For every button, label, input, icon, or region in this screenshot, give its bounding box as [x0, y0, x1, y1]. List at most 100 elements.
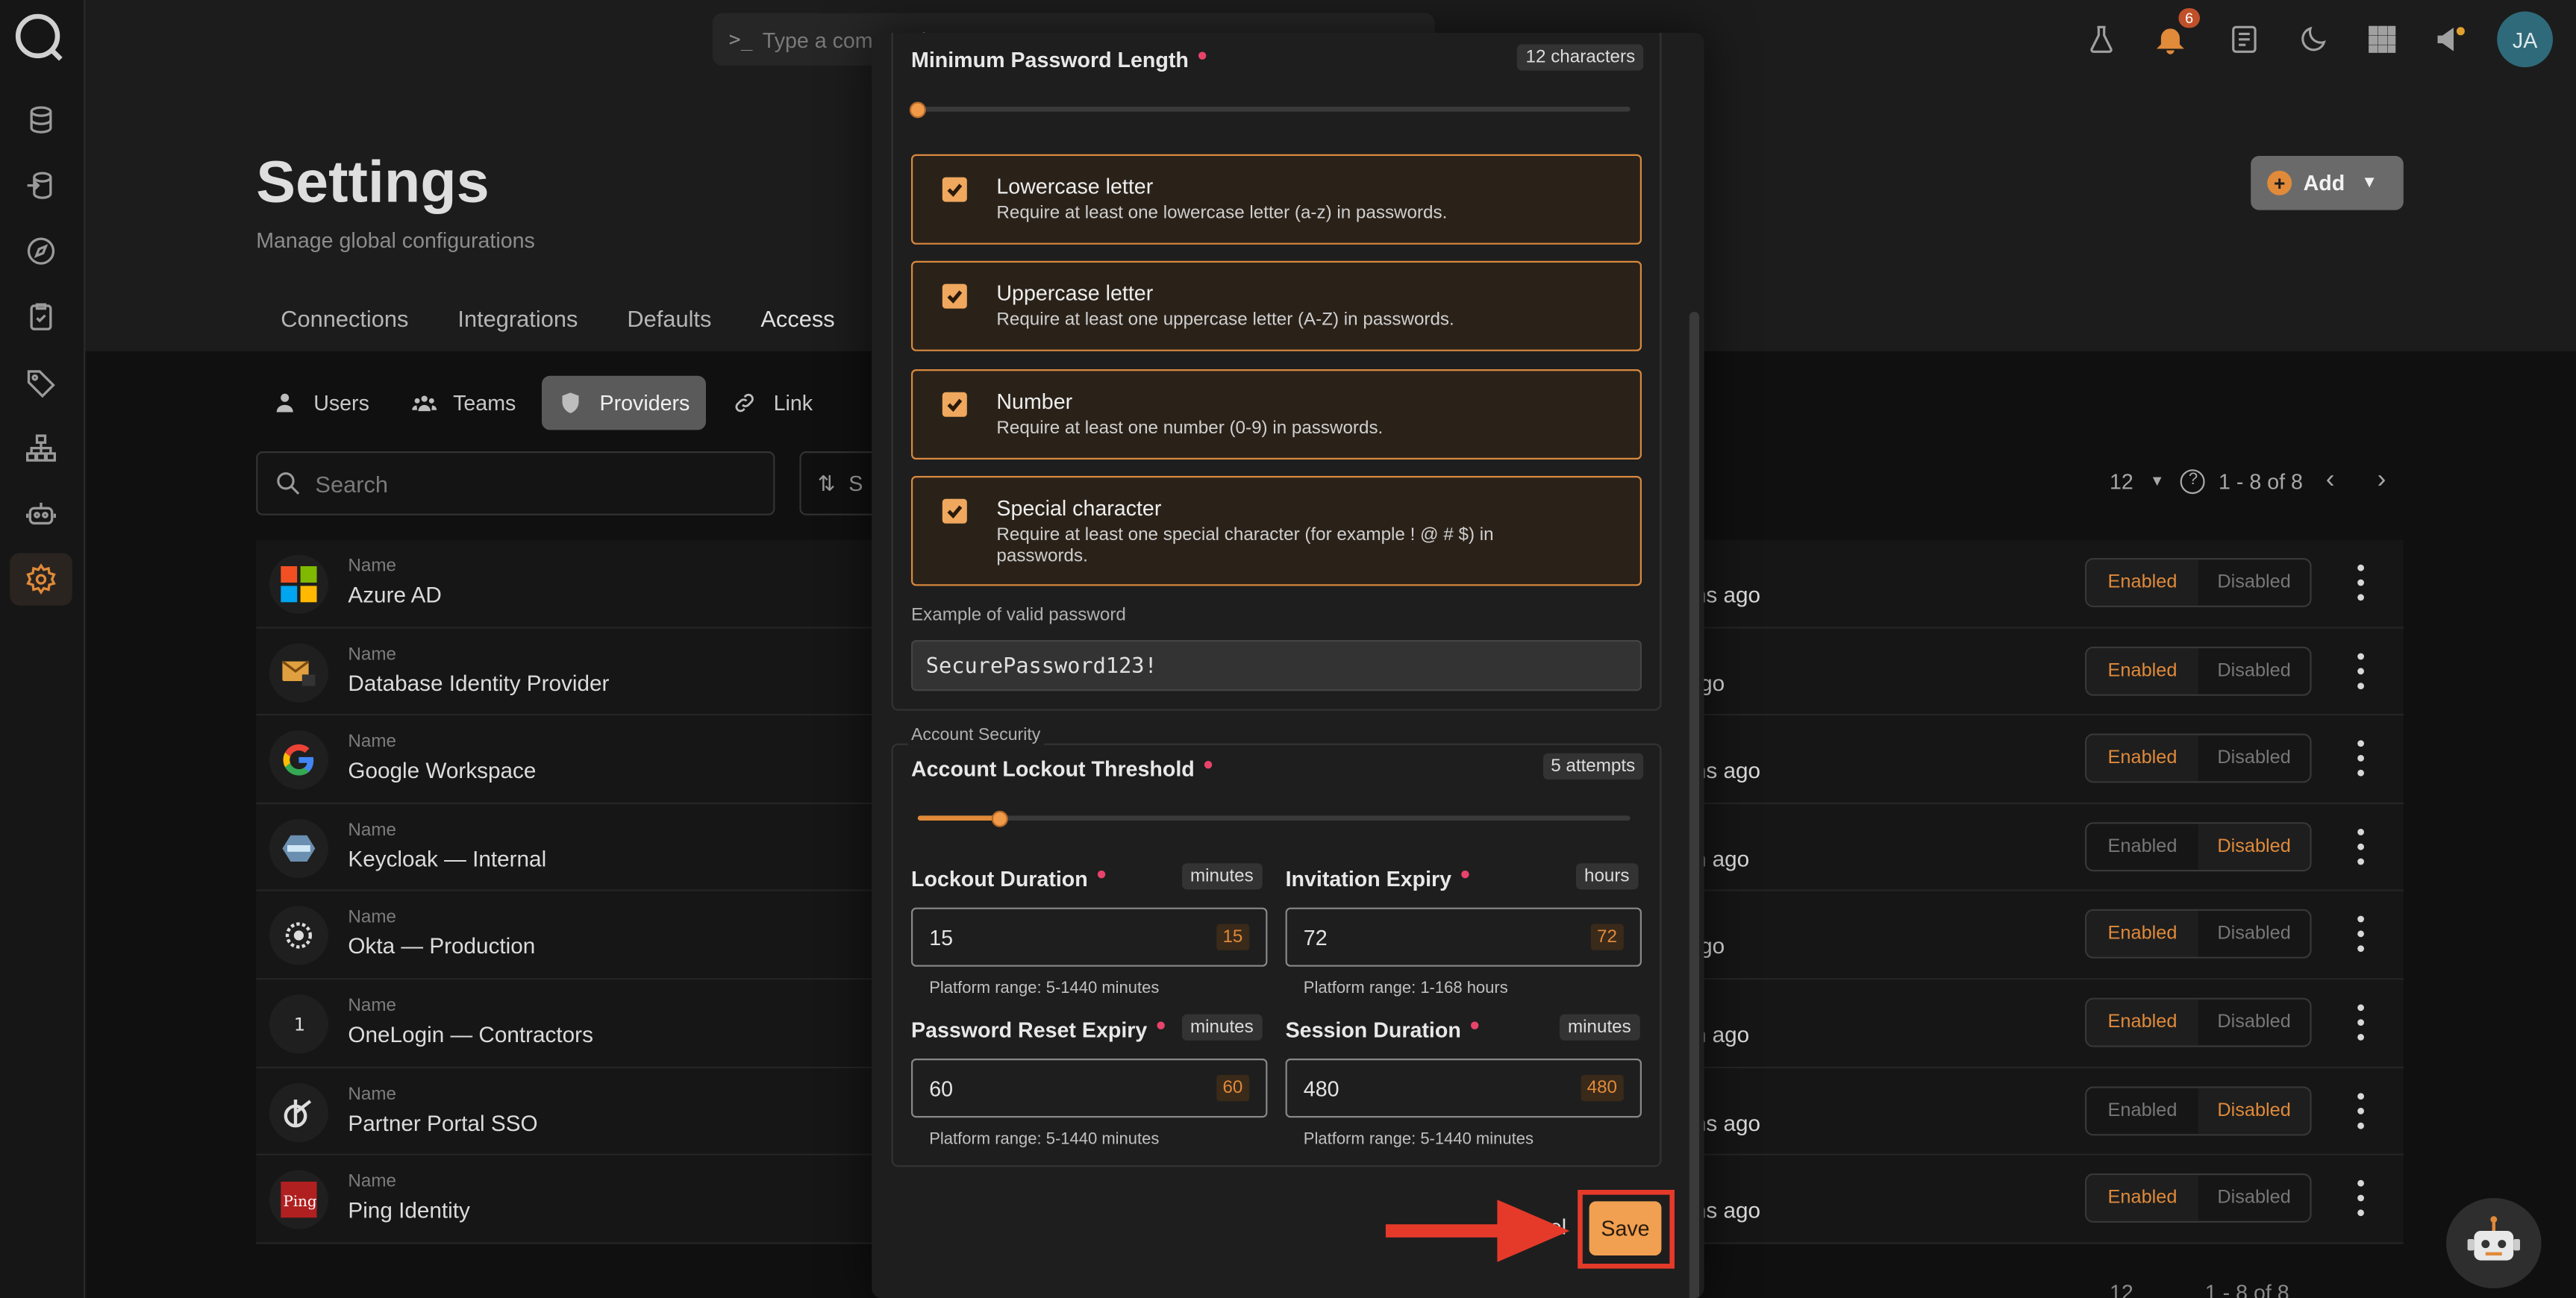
tab-integrations[interactable]: Integrations	[433, 295, 602, 358]
page-size-caret-icon[interactable]: ▼	[2150, 473, 2165, 489]
disabled-option[interactable]: Disabled	[2198, 912, 2310, 958]
lockout-threshold-slider[interactable]	[917, 809, 1631, 827]
assistant-bot-button[interactable]	[2446, 1198, 2542, 1288]
provider-name[interactable]: Azure AD	[348, 583, 441, 607]
enabled-option[interactable]: Enabled	[2086, 824, 2198, 870]
enabled-option[interactable]: Enabled	[2086, 1088, 2198, 1134]
subtab-providers[interactable]: Providers	[542, 375, 707, 430]
checkbox[interactable]	[942, 392, 967, 417]
tag-icon[interactable]	[10, 356, 72, 408]
settings-gear-icon[interactable]	[10, 553, 72, 606]
pointer-arrow-icon	[1385, 1200, 1570, 1262]
password-reset-expiry-input[interactable]: 60 60	[911, 1059, 1268, 1118]
checkbox[interactable]	[942, 283, 967, 309]
tab-defaults[interactable]: Defaults	[602, 295, 736, 358]
database-icon[interactable]	[10, 93, 72, 145]
more-options-icon[interactable]	[2351, 1092, 2370, 1129]
provider-name[interactable]: Partner Portal SSO	[348, 1110, 537, 1135]
status-toggle[interactable]: Enabled Disabled	[2085, 821, 2312, 871]
requirement-checkbox-card[interactable]: Uppercase letter Require at least one upp…	[911, 260, 1642, 351]
next-page-icon[interactable]: ›	[2378, 466, 2386, 496]
apps-grid-icon[interactable]	[2363, 13, 2402, 66]
invitation-expiry-input[interactable]: 72 72	[1285, 907, 1642, 967]
requirement-checkbox-card[interactable]: Lowercase letter Require at least one low…	[911, 154, 1642, 245]
enabled-option[interactable]: Enabled	[2086, 648, 2198, 694]
disabled-option[interactable]: Disabled	[2198, 648, 2310, 694]
flask-icon[interactable]	[2082, 13, 2122, 66]
user-avatar[interactable]: JA	[2497, 11, 2553, 68]
required-dot-icon: ●	[1202, 755, 1214, 775]
page-size-value[interactable]: 12	[2110, 468, 2133, 493]
save-button[interactable]: Save	[1589, 1201, 1662, 1255]
hierarchy-icon[interactable]	[10, 421, 72, 474]
more-options-icon[interactable]	[2351, 828, 2370, 865]
prev-page-icon[interactable]: ‹	[2326, 466, 2335, 496]
search-input[interactable]: Search	[256, 451, 775, 515]
subtab-links[interactable]: Link	[716, 376, 829, 430]
provider-name[interactable]: OneLogin — Contractors	[348, 1023, 593, 1047]
provider-name[interactable]: Google Workspace	[348, 759, 536, 783]
page-subtitle: Manage global configurations	[256, 228, 535, 253]
requirement-checkbox-card[interactable]: Number Require at least one number (0-9) …	[911, 369, 1642, 460]
disabled-option[interactable]: Disabled	[2198, 736, 2310, 782]
more-options-icon[interactable]	[2351, 916, 2370, 953]
tab-connections[interactable]: Connections	[256, 295, 433, 358]
name-label: Name	[348, 644, 396, 665]
session-duration-input[interactable]: 480 480	[1285, 1059, 1642, 1118]
provider-name[interactable]: Database Identity Provider	[348, 671, 609, 695]
checkbox[interactable]	[942, 177, 967, 202]
slider-handle[interactable]	[991, 809, 1008, 827]
enabled-option[interactable]: Enabled	[2086, 999, 2198, 1046]
help-circle-icon[interactable]: ?	[2180, 468, 2206, 494]
disabled-option[interactable]: Disabled	[2198, 1000, 2310, 1046]
status-toggle[interactable]: Enabled Disabled	[2085, 909, 2312, 959]
status-toggle[interactable]: Enabled Disabled	[2085, 1085, 2312, 1135]
robot-icon[interactable]	[10, 487, 72, 539]
svg-text:Ping: Ping	[284, 1193, 317, 1210]
provider-name[interactable]: Ping Identity	[348, 1198, 469, 1223]
provider-name[interactable]: Keycloak — Internal	[348, 847, 546, 871]
enabled-option[interactable]: Enabled	[2086, 559, 2198, 606]
status-toggle[interactable]: Enabled Disabled	[2085, 733, 2312, 783]
status-toggle[interactable]: Enabled Disabled	[2085, 997, 2312, 1047]
disabled-option[interactable]: Disabled	[2198, 1176, 2310, 1222]
account-security-legend: Account Security	[907, 725, 1044, 745]
status-toggle[interactable]: Enabled Disabled	[2085, 558, 2312, 607]
lockout-duration-input[interactable]: 15 15	[911, 907, 1268, 967]
min-length-slider[interactable]	[909, 101, 1631, 118]
app-logo-icon[interactable]	[13, 11, 66, 63]
disabled-option[interactable]: Disabled	[2198, 823, 2310, 870]
disabled-option[interactable]: Disabled	[2198, 559, 2310, 606]
document-icon[interactable]	[2225, 13, 2264, 66]
database-arrow-icon[interactable]	[10, 159, 72, 211]
disabled-option[interactable]: Disabled	[2198, 1087, 2310, 1134]
add-button[interactable]: + Add ▼	[2251, 156, 2404, 210]
provider-name[interactable]: Okta — Production	[348, 935, 535, 959]
megaphone-icon[interactable]	[2431, 13, 2471, 66]
more-options-icon[interactable]	[2351, 1180, 2370, 1217]
enabled-option[interactable]: Enabled	[2086, 736, 2198, 782]
more-options-icon[interactable]	[2351, 1004, 2370, 1041]
requirement-title: Special character	[996, 495, 1162, 521]
clipboard-check-icon[interactable]	[10, 290, 72, 342]
enabled-option[interactable]: Enabled	[2086, 911, 2198, 958]
checkbox[interactable]	[942, 498, 967, 524]
more-options-icon[interactable]	[2351, 740, 2370, 777]
moon-stars-icon[interactable]	[2293, 13, 2333, 66]
name-label: Name	[348, 908, 396, 928]
enabled-option[interactable]: Enabled	[2086, 1175, 2198, 1222]
footer-page-size[interactable]: 12	[2110, 1280, 2133, 1298]
subtab-users[interactable]: Users	[256, 376, 386, 430]
status-toggle[interactable]: Enabled Disabled	[2085, 645, 2312, 695]
sort-label: S	[848, 471, 863, 496]
more-options-icon[interactable]	[2351, 652, 2370, 689]
notification-bell-icon[interactable]: 6	[2151, 8, 2200, 66]
subtab-teams[interactable]: Teams	[396, 376, 532, 430]
tab-access[interactable]: Access	[736, 295, 860, 358]
modal-scrollbar[interactable]	[1689, 312, 1699, 1298]
slider-handle[interactable]	[909, 101, 926, 118]
compass-icon[interactable]	[10, 225, 72, 277]
requirement-checkbox-card[interactable]: Special character Require at least one sp…	[911, 476, 1642, 586]
status-toggle[interactable]: Enabled Disabled	[2085, 1173, 2312, 1223]
more-options-icon[interactable]	[2351, 564, 2370, 601]
